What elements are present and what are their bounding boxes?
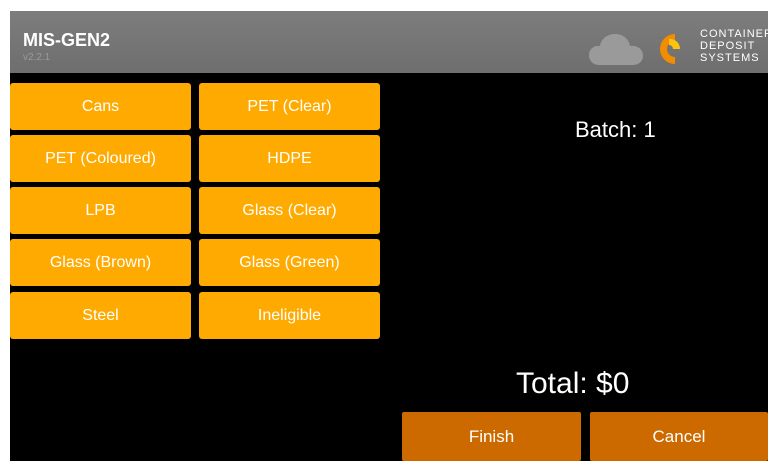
brand-logo-icon [660,34,681,64]
brand-line: DEPOSIT [700,40,756,52]
batch-number: Batch: 1 [575,117,656,142]
brand-line: SYSTEMS [700,52,760,64]
cancel-button[interactable]: Cancel [590,412,768,461]
pet-clear-button[interactable]: PET (Clear) [199,83,380,130]
glass-green-button[interactable]: Glass (Green) [199,239,380,286]
hdpe-button[interactable]: HDPE [199,135,380,182]
brand-name: CONTAINER DEPOSIT SYSTEMS [700,28,768,64]
lpb-button[interactable]: LPB [10,187,191,234]
app-title: MIS-GEN2 [23,30,111,50]
app-version: v2.2.1 [23,52,51,63]
finish-button[interactable]: Finish [402,412,581,461]
steel-button[interactable]: Steel [10,292,191,339]
pet-coloured-button[interactable]: PET (Coloured) [10,135,191,182]
cloud-icon [589,34,643,65]
total-amount: Total: $0 [516,367,630,400]
cans-button[interactable]: Cans [10,83,191,130]
ineligible-button[interactable]: Ineligible [199,292,380,339]
brand-line: CONTAINER [700,28,768,40]
app-header: MIS-GEN2 v2.2.1 CONTAINER DEPOSIT SYSTEM… [10,11,768,73]
main-panel: Cans PET (Clear) PET (Coloured) HDPE LPB… [10,73,768,461]
glass-brown-button[interactable]: Glass (Brown) [10,239,191,286]
glass-clear-button[interactable]: Glass (Clear) [199,187,380,234]
